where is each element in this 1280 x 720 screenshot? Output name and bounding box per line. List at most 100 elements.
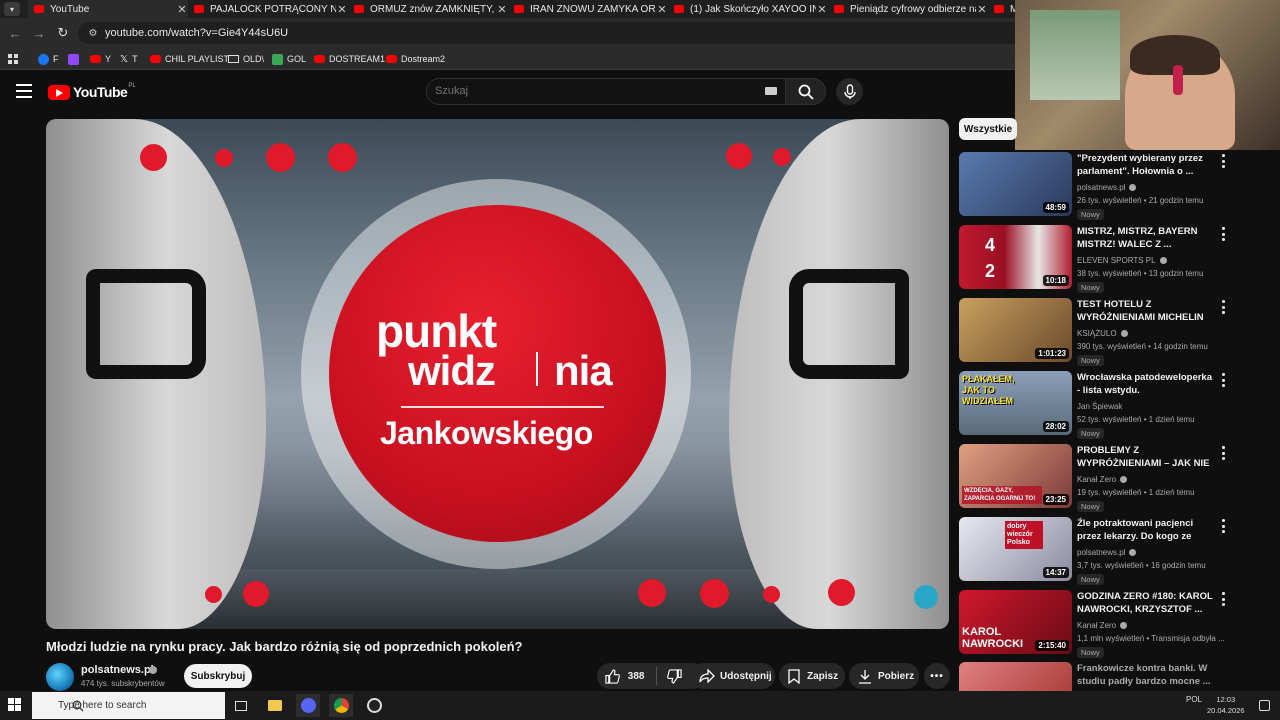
- recommendation-channel[interactable]: ELEVEN SPORTS PL: [1077, 256, 1167, 265]
- recommendation-channel[interactable]: polsatnews.pl: [1077, 183, 1137, 192]
- close-tab-icon[interactable]: ✕: [336, 3, 348, 16]
- video-thumbnail[interactable]: dobry wieczór Polsko 14:37: [959, 517, 1072, 581]
- recommendation-item[interactable]: PŁAKAŁEM, JAK TO WIDZIAŁEM 28:02 Wrocław…: [959, 371, 1259, 439]
- forward-arrow-icon[interactable]: →: [30, 24, 48, 42]
- recommendation-item[interactable]: KAROL NAWROCKI 2:15:40 GODZINA ZERO #180…: [959, 590, 1259, 658]
- download-button[interactable]: Pobierz: [849, 663, 919, 689]
- chrome-app-icon[interactable]: [329, 694, 353, 717]
- tab-title: PAJALOCK POTRĄCONY NA RO: [210, 3, 336, 15]
- bookmark-chil-playlist[interactable]: CHIL PLAYLIST: [150, 52, 229, 66]
- tab-5[interactable]: (1) Jak Skończyło XAYOO INDU ✕: [668, 0, 828, 18]
- voice-search-button[interactable]: [836, 78, 863, 105]
- tab-search-button[interactable]: ▾: [4, 2, 20, 16]
- notification-icon[interactable]: [1252, 694, 1276, 717]
- obs-app-icon[interactable]: [362, 694, 386, 717]
- verified-icon: [1120, 330, 1128, 338]
- recommendation-item[interactable]: Frankowicze kontra banki. W studiu padły…: [959, 662, 1259, 691]
- more-options-icon[interactable]: [1220, 300, 1226, 314]
- close-tab-icon[interactable]: ✕: [176, 3, 188, 16]
- window-image: [1030, 10, 1120, 100]
- subscribe-button[interactable]: Subskrybuj: [184, 664, 252, 688]
- video-thumbnail[interactable]: KAROL NAWROCKI 2:15:40: [959, 590, 1072, 654]
- save-button[interactable]: Zapisz: [779, 663, 845, 689]
- bookmark-facebook[interactable]: F: [38, 52, 59, 66]
- search-input[interactable]: [435, 85, 735, 97]
- tab-2[interactable]: PAJALOCK POTRĄCONY NA RO ✕: [188, 0, 348, 18]
- recommendation-title[interactable]: Wrocławska patodeweloperka - lista wstyd…: [1077, 371, 1217, 397]
- system-clock[interactable]: 12:03 20.04.2026: [1207, 694, 1245, 716]
- bookmark-youtube[interactable]: Y: [90, 52, 111, 66]
- recommendation-title[interactable]: Frankowicze kontra banki. W studiu padły…: [1077, 662, 1217, 688]
- recommendation-channel[interactable]: Jan Śpiewak: [1077, 402, 1122, 411]
- close-tab-icon[interactable]: ✕: [976, 3, 988, 16]
- recommendation-channel[interactable]: Kanał Zero: [1077, 475, 1128, 484]
- bookmark-twitch[interactable]: [68, 52, 83, 66]
- bookmark-dostream1[interactable]: DOSTREAM1: [314, 52, 385, 66]
- recommendation-title[interactable]: TEST HOTELU Z WYRÓŻNIENIAMI MICHELIN: [1077, 298, 1217, 324]
- recommendation-title[interactable]: GODZINA ZERO #180: KAROL NAWROCKI, KRZYS…: [1077, 590, 1217, 616]
- reload-icon[interactable]: ↻: [54, 24, 72, 42]
- recommendation-channel[interactable]: Kanał Zero: [1077, 621, 1128, 630]
- more-options-icon[interactable]: [1220, 373, 1226, 387]
- taskbar-search-box[interactable]: Type here to search: [32, 692, 225, 719]
- recommendation-item[interactable]: WZDĘCIA, GAZY, ZAPARCIA OGARNIJ TO! 23:2…: [959, 444, 1259, 512]
- back-arrow-icon[interactable]: ←: [6, 24, 24, 42]
- recommendation-title[interactable]: MISTRZ, MISTRZ, BAYERN MISTRZ! WALEC Z .…: [1077, 225, 1217, 251]
- dislike-button[interactable]: [667, 668, 683, 684]
- verified-icon: [1159, 257, 1167, 265]
- filter-chip-all[interactable]: Wszystkie: [959, 118, 1017, 140]
- recommendation-item[interactable]: dobry wieczór Polsko 14:37 Źle potraktow…: [959, 517, 1259, 585]
- headset-icon: [1173, 65, 1183, 95]
- video-thumbnail[interactable]: [959, 662, 1072, 691]
- recommendation-item[interactable]: 4 2 10:18 MISTRZ, MISTRZ, BAYERN MISTRZ!…: [959, 225, 1259, 293]
- more-options-icon[interactable]: [1220, 227, 1226, 241]
- recommendation-title[interactable]: Źle potraktowani pacjenci przez lekarzy.…: [1077, 517, 1217, 543]
- video-thumbnail[interactable]: 48:59: [959, 152, 1072, 216]
- search-box[interactable]: [426, 78, 786, 105]
- video-player[interactable]: punkt widz nia Jankowskiego: [46, 119, 949, 629]
- apps-grid-icon[interactable]: [8, 52, 19, 66]
- channel-name[interactable]: polsatnews.pl: [81, 664, 154, 676]
- recommendation-channel[interactable]: polsatnews.pl: [1077, 548, 1137, 557]
- tab-3[interactable]: ORMUZ znów ZAMKNIĘTY, a M ✕: [348, 0, 508, 18]
- hamburger-menu-icon[interactable]: [16, 84, 32, 98]
- bookmark-x[interactable]: 𝕏T: [120, 52, 138, 66]
- tab-youtube[interactable]: YouTube ✕: [28, 0, 188, 18]
- site-info-icon[interactable]: ⚙: [86, 26, 100, 40]
- bookmark-folder-old[interactable]: OLD\: [228, 52, 264, 66]
- recommendation-item[interactable]: 1:01:23 TEST HOTELU Z WYRÓŻNIENIAMI MICH…: [959, 298, 1259, 366]
- more-actions-icon[interactable]: •••: [924, 663, 950, 689]
- more-options-icon[interactable]: [1220, 154, 1226, 168]
- windows-start-icon[interactable]: [8, 698, 22, 712]
- youtube-logo[interactable]: YouTube PL: [48, 83, 136, 101]
- bookmark-dostream2[interactable]: Dostream2: [386, 52, 445, 66]
- tab-4[interactable]: IRAN ZNOWU ZAMYKA ORMU ✕: [508, 0, 668, 18]
- close-tab-icon[interactable]: ✕: [656, 3, 668, 16]
- recommendation-channel[interactable]: KSIĄŻULO: [1077, 329, 1128, 338]
- url-text[interactable]: youtube.com/watch?v=Gie4Y44sU6U: [105, 27, 288, 39]
- tab-6[interactable]: Pieniądz cyfrowy odbierze nam ✕: [828, 0, 988, 18]
- recommendation-item[interactable]: 48:59 "Prezydent wybierany przez parlame…: [959, 152, 1259, 220]
- search-button[interactable]: [786, 78, 826, 105]
- file-explorer-icon[interactable]: [263, 694, 287, 717]
- more-options-icon[interactable]: [1220, 519, 1226, 533]
- discord-app-icon[interactable]: [296, 694, 320, 717]
- bookmark-gol[interactable]: GOL: [272, 52, 306, 66]
- share-button[interactable]: Udostępnij: [691, 663, 775, 689]
- recommendation-title[interactable]: "Prezydent wybierany przez parlament". H…: [1077, 152, 1217, 178]
- recommendation-title[interactable]: PROBLEMY Z WYPRÓŻNIENIAMI – JAK NIE SPĘD…: [1077, 444, 1217, 470]
- video-thumbnail[interactable]: 1:01:23: [959, 298, 1072, 362]
- more-options-icon[interactable]: [1220, 592, 1226, 606]
- task-view-icon[interactable]: [229, 694, 253, 717]
- video-thumbnail[interactable]: 4 2 10:18: [959, 225, 1072, 289]
- more-options-icon[interactable]: [1220, 446, 1226, 460]
- close-tab-icon[interactable]: ✕: [816, 3, 828, 16]
- keyboard-icon[interactable]: [765, 87, 777, 95]
- channel-avatar[interactable]: [46, 663, 74, 691]
- close-tab-icon[interactable]: ✕: [496, 3, 508, 16]
- like-button[interactable]: 388: [605, 668, 644, 684]
- video-thumbnail[interactable]: PŁAKAŁEM, JAK TO WIDZIAŁEM 28:02: [959, 371, 1072, 435]
- tab-7[interactable]: Mło: [988, 0, 1018, 18]
- language-indicator[interactable]: POL: [1186, 695, 1202, 704]
- video-thumbnail[interactable]: WZDĘCIA, GAZY, ZAPARCIA OGARNIJ TO! 23:2…: [959, 444, 1072, 508]
